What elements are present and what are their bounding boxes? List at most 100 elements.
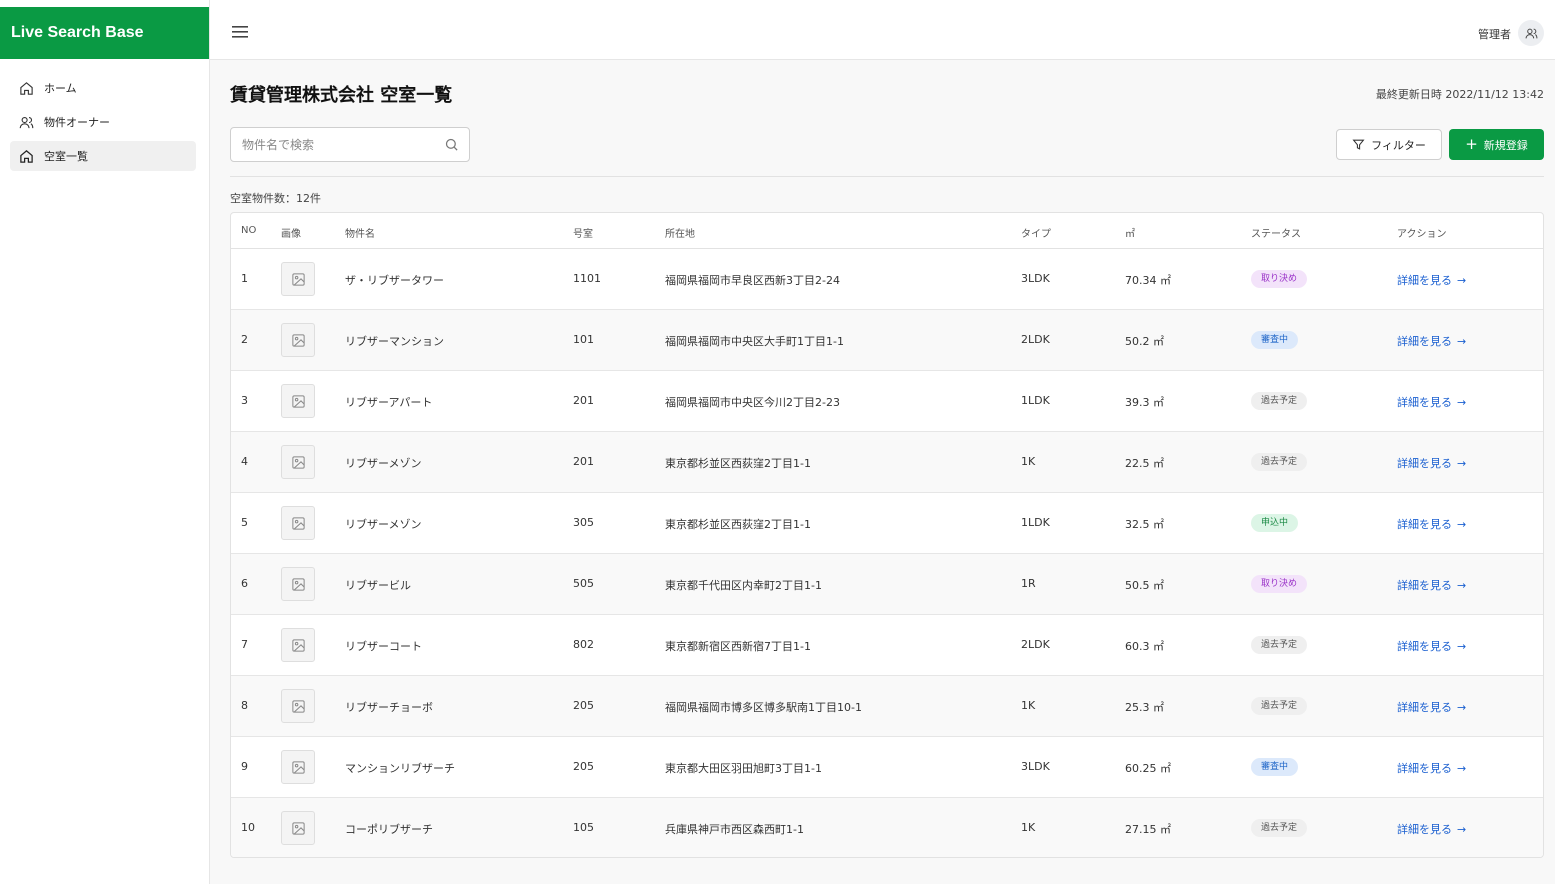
cell-no: 3	[241, 394, 248, 407]
sidebar-item-home[interactable]: ホーム	[10, 73, 196, 103]
brand-logo[interactable]: Live Search Base	[0, 7, 209, 59]
cell-property-name: リブザーチョーボ	[345, 701, 433, 714]
top-bar: 管理者	[210, 0, 1555, 60]
property-thumbnail[interactable]	[281, 323, 315, 357]
property-thumbnail[interactable]	[281, 628, 315, 662]
header-no[interactable]: NO	[241, 225, 256, 236]
user-name[interactable]: 管理者	[1478, 26, 1511, 42]
cell-property-name: リブザーコート	[345, 640, 422, 653]
vacancy-count: 空室物件数：12件	[230, 192, 321, 205]
cell-type: 1LDK	[1021, 394, 1050, 407]
status-badge: 過去予定	[1251, 392, 1308, 410]
avatar[interactable]	[1518, 20, 1544, 46]
table-row[interactable]: 2 リブザーマンション 101 福岡県福岡市中央区大手町1丁目1-1 2LDK 50.2 …	[231, 310, 1543, 371]
detail-link-label: 詳細を見る	[1397, 457, 1452, 470]
arrow-right-icon: →	[1457, 517, 1467, 531]
arrow-right-icon: →	[1457, 700, 1467, 714]
table-row[interactable]: 7 リブザーコート 802 東京都新宿区西新宿7丁目1-1 2LDK 60.3 ㎡ 過去予定…	[231, 615, 1543, 676]
detail-link-label: 詳細を見る	[1397, 823, 1452, 836]
table-row[interactable]: 10 コーポリブザーチ 105 兵庫県神戸市西区森西町1-1 1K 27.15 ㎡ 過去予定…	[231, 798, 1543, 857]
header-address[interactable]: 所在地	[665, 225, 695, 240]
cell-no: 6	[241, 577, 248, 590]
cell-area: 50.2 ㎡	[1125, 335, 1164, 348]
cell-address: 東京都新宿区西新宿7丁目1-1	[665, 640, 811, 653]
menu-icon[interactable]	[232, 24, 248, 38]
header-action: アクション	[1397, 229, 1447, 240]
property-thumbnail[interactable]	[281, 567, 315, 601]
search-icon[interactable]	[444, 137, 459, 152]
cell-room: 305	[573, 516, 594, 529]
detail-link[interactable]: 詳細を見る →	[1397, 516, 1466, 532]
detail-link[interactable]: 詳細を見る →	[1397, 638, 1466, 654]
property-thumbnail[interactable]	[281, 506, 315, 540]
detail-link-label: 詳細を見る	[1397, 640, 1452, 653]
cell-address: 東京都杉並区西荻窪2丁目1-1	[665, 518, 811, 531]
arrow-right-icon: →	[1457, 578, 1467, 592]
detail-link[interactable]: 詳細を見る →	[1397, 455, 1466, 471]
detail-link[interactable]: 詳細を見る →	[1397, 272, 1466, 288]
cell-address: 東京都大田区羽田旭町3丁目1-1	[665, 762, 822, 775]
header-name[interactable]: 物件名	[345, 225, 375, 240]
sidebar-item-vacancies[interactable]: 空室一覧	[10, 141, 196, 171]
property-thumbnail[interactable]	[281, 445, 315, 479]
property-thumbnail[interactable]	[281, 750, 315, 784]
image-icon	[291, 821, 306, 836]
property-thumbnail[interactable]	[281, 262, 315, 296]
table-row[interactable]: 4 リブザーメゾン 201 東京都杉並区西荻窪2丁目1-1 1K 22.5 ㎡ 過去予定 詳細…	[231, 432, 1543, 493]
property-thumbnail[interactable]	[281, 384, 315, 418]
header-area[interactable]: ㎡	[1125, 225, 1135, 240]
home-icon	[18, 148, 34, 164]
table-row[interactable]: 1 ザ・リブザータワー 1101 福岡県福岡市早良区西新3丁目2-24 3LDK 70.3…	[231, 249, 1543, 310]
filter-button[interactable]: フィルター	[1336, 129, 1442, 160]
cell-type: 3LDK	[1021, 272, 1050, 285]
cell-type: 2LDK	[1021, 333, 1050, 346]
cell-no: 2	[241, 333, 248, 346]
table-row[interactable]: 8 リブザーチョーボ 205 福岡県福岡市博多区博多駅南1丁目10-1 1K 25.3 ㎡…	[231, 676, 1543, 737]
table-row[interactable]: 3 リブザーアパート 201 福岡県福岡市中央区今川2丁目2-23 1LDK 39.3 ㎡…	[231, 371, 1543, 432]
users-icon	[18, 114, 34, 130]
search-input[interactable]	[231, 128, 431, 161]
detail-link[interactable]: 詳細を見る →	[1397, 394, 1466, 410]
status-badge: 取り決め	[1251, 270, 1308, 288]
property-thumbnail[interactable]	[281, 689, 315, 723]
header-status[interactable]: ステータス	[1251, 225, 1301, 240]
detail-link[interactable]: 詳細を見る →	[1397, 821, 1466, 837]
cell-type: 1K	[1021, 455, 1036, 468]
add-new-button[interactable]: + 新規登録	[1449, 129, 1544, 160]
cell-property-name: リブザーマンション	[345, 335, 444, 348]
image-icon	[291, 333, 306, 348]
cell-property-name: リブザービル	[345, 579, 411, 592]
cell-area: 39.3 ㎡	[1125, 396, 1164, 409]
cell-type: 2LDK	[1021, 638, 1050, 651]
cell-room: 201	[573, 394, 594, 407]
cell-no: 8	[241, 699, 248, 712]
status-badge: 過去予定	[1251, 636, 1308, 654]
header-type[interactable]: タイプ	[1021, 225, 1051, 240]
cell-no: 4	[241, 455, 248, 468]
table-row[interactable]: 6 リブザービル 505 東京都千代田区内幸町2丁目1-1 1R 50.5 ㎡ 取り決め 詳細…	[231, 554, 1543, 615]
cell-area: 32.5 ㎡	[1125, 518, 1164, 531]
table-row[interactable]: 5 リブザーメゾン 305 東京都杉並区西荻窪2丁目1-1 1LDK 32.5 ㎡ 申込中 詳…	[231, 493, 1543, 554]
property-thumbnail[interactable]	[281, 811, 315, 845]
cell-room: 1101	[573, 272, 601, 285]
detail-link-label: 詳細を見る	[1397, 701, 1452, 714]
cell-room: 101	[573, 333, 594, 346]
detail-link-label: 詳細を見る	[1397, 762, 1452, 775]
table-row[interactable]: 9 マンションリブザーチ 205 東京都大田区羽田旭町3丁目1-1 3LDK 60.25 …	[231, 737, 1543, 798]
image-icon	[291, 394, 306, 409]
arrow-right-icon: →	[1457, 822, 1467, 836]
cell-property-name: リブザーメゾン	[345, 457, 422, 470]
detail-link[interactable]: 詳細を見る →	[1397, 577, 1466, 593]
detail-link[interactable]: 詳細を見る →	[1397, 760, 1466, 776]
detail-link[interactable]: 詳細を見る →	[1397, 333, 1466, 349]
detail-link[interactable]: 詳細を見る →	[1397, 699, 1466, 715]
cell-address: 福岡県福岡市早良区西新3丁目2-24	[665, 274, 840, 287]
cell-property-name: コーポリブザーチ	[345, 823, 433, 836]
cell-address: 兵庫県神戸市西区森西町1-1	[665, 823, 804, 836]
header-image[interactable]: 画像	[281, 225, 301, 240]
cell-room: 505	[573, 577, 594, 590]
sidebar-item-owners[interactable]: 物件オーナー	[10, 107, 196, 137]
image-icon	[291, 699, 306, 714]
header-room[interactable]: 号室	[573, 225, 593, 240]
image-icon	[291, 272, 306, 287]
